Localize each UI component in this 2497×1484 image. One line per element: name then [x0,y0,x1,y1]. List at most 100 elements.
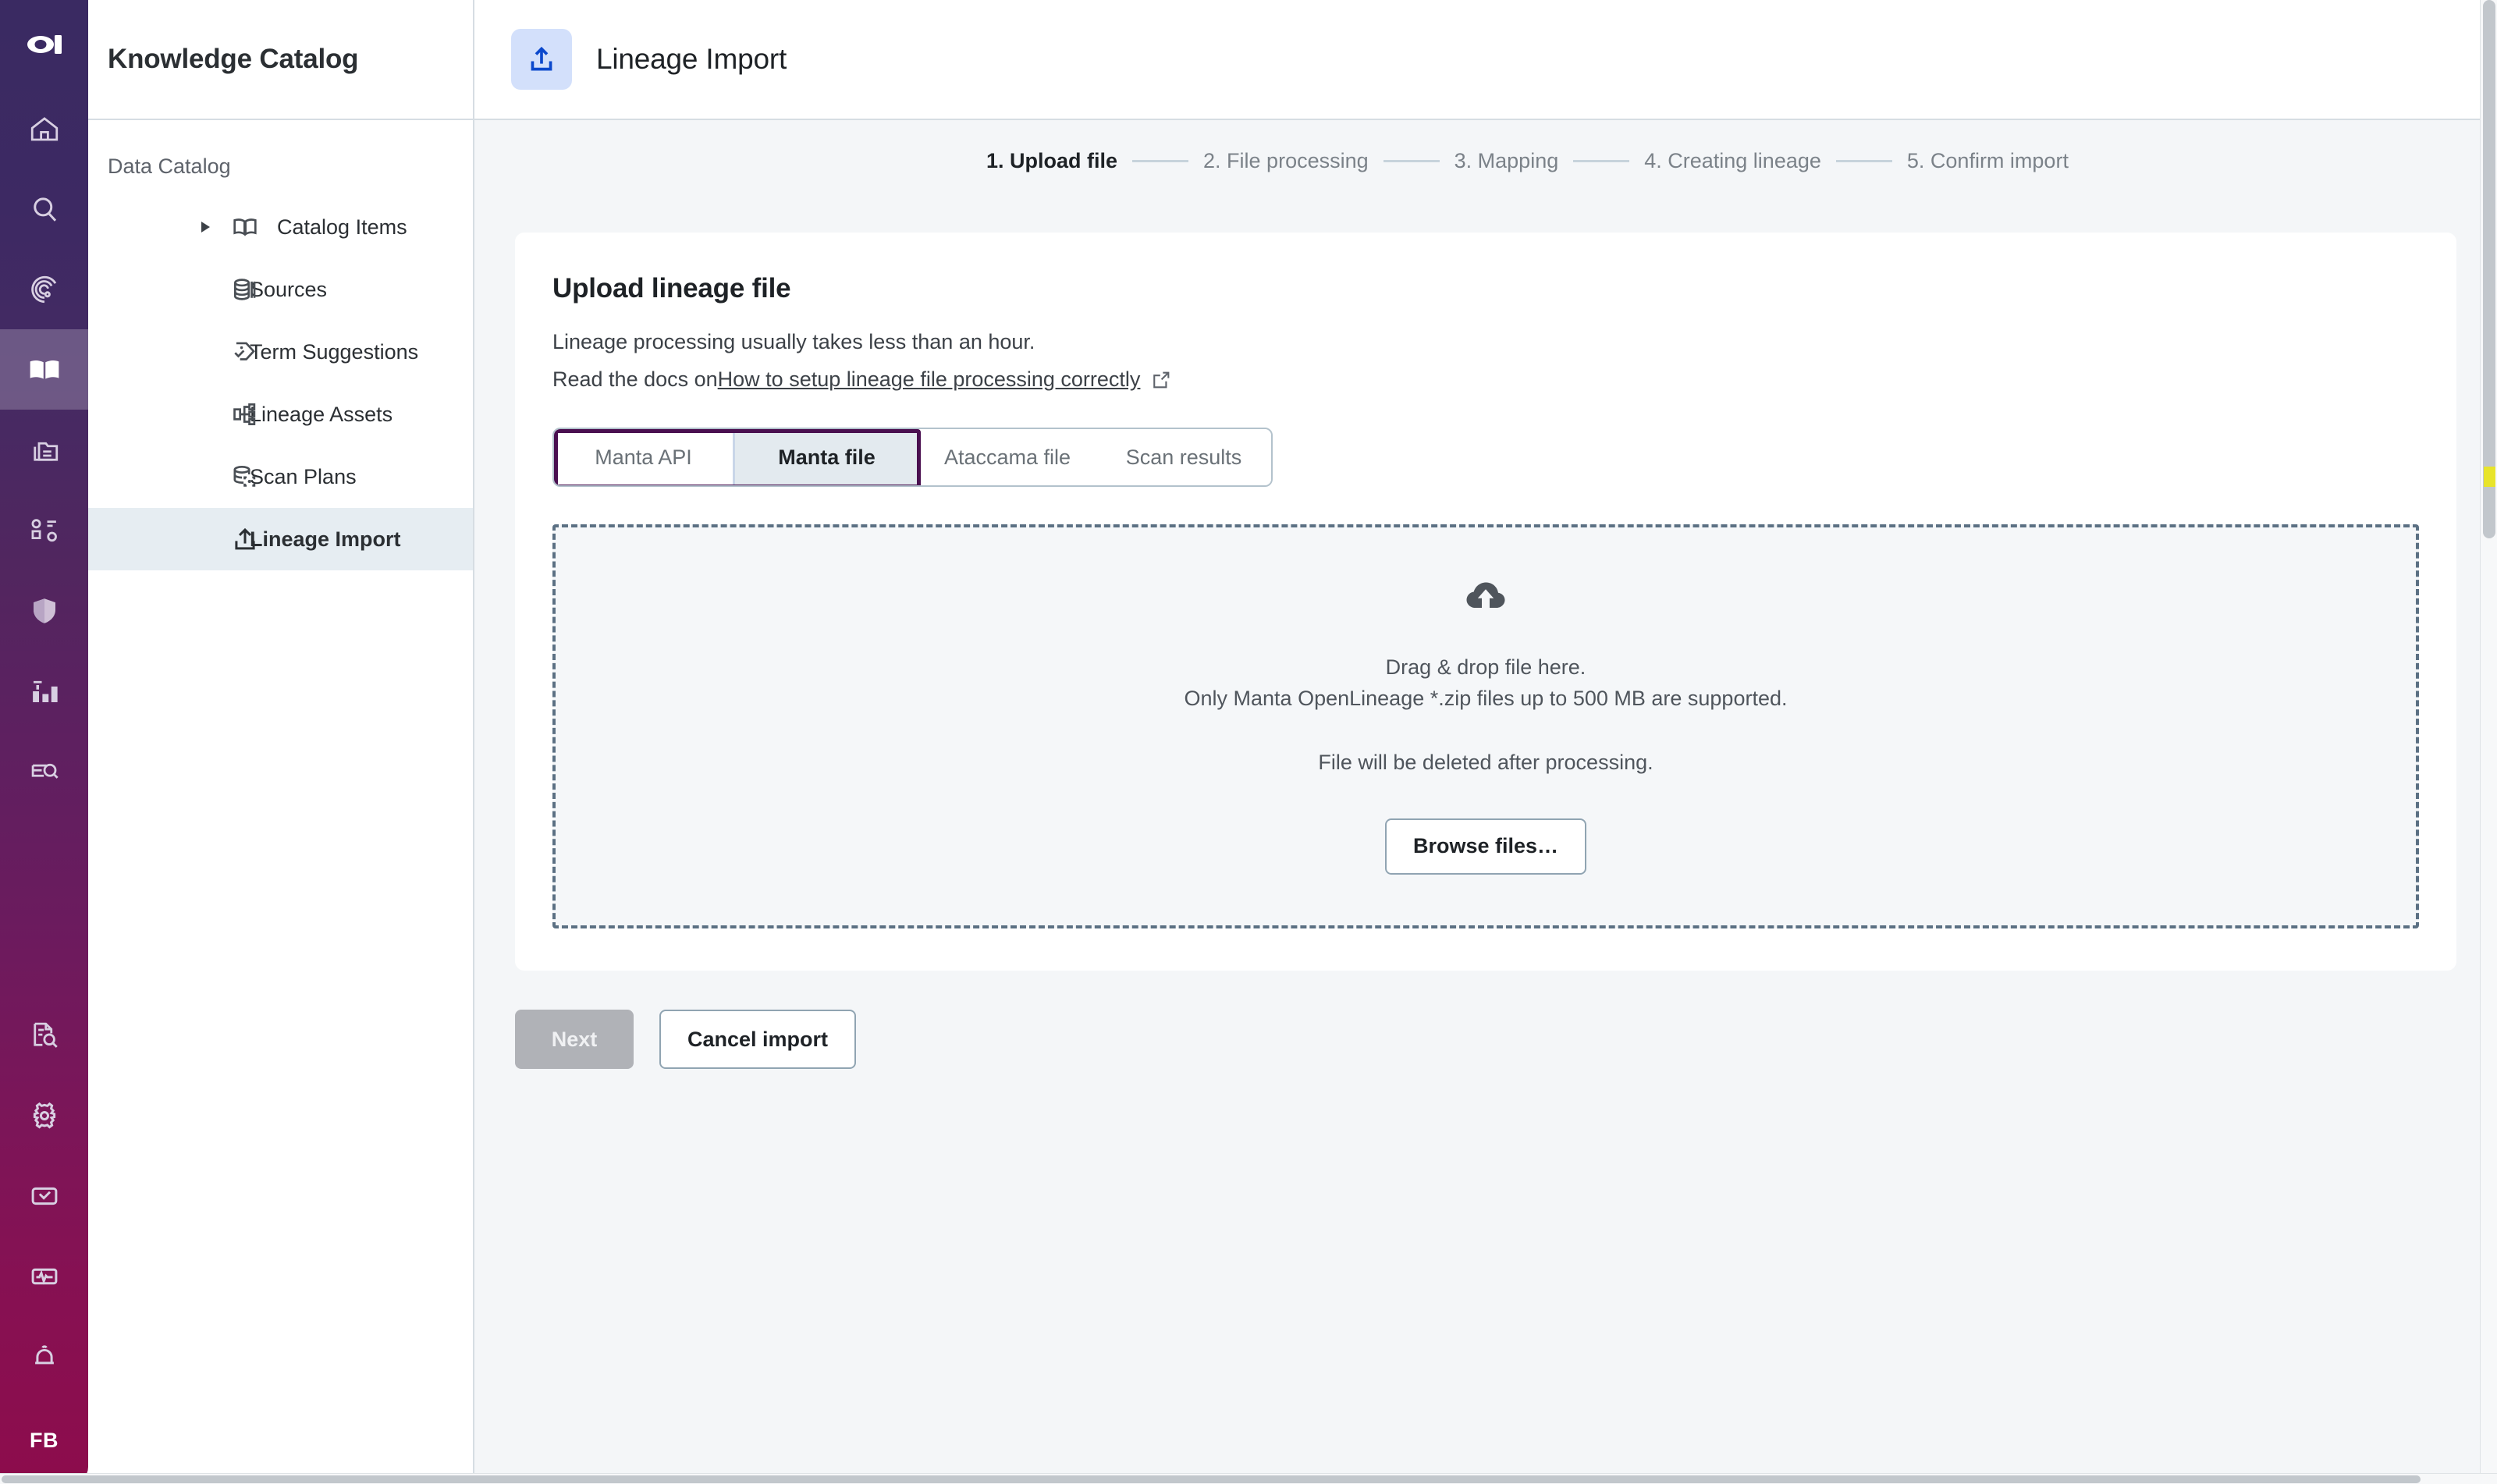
folders-icon [28,434,61,467]
step-1[interactable]: 1. Upload file [986,149,1117,173]
rail-item-tasks[interactable] [0,1156,88,1236]
tab-label: Ataccama file [943,445,1071,469]
ataccama-logo-icon[interactable] [0,0,88,88]
rail-item-data-sources[interactable] [0,410,88,490]
import-stepper: 1. Upload file 2. File processing 3. Map… [474,120,2497,201]
rail-item-monitoring[interactable] [0,1236,88,1316]
cancel-import-button[interactable]: Cancel import [659,1010,857,1070]
step-connector [1835,159,1892,162]
bell-icon [28,1340,61,1373]
find-highlight-mark [2484,467,2495,487]
card-description-line2: Read the docs on How to setup lineage fi… [552,364,2419,395]
dropzone-note: File will be deleted after processing. [1318,750,1653,774]
horizontal-scrollbar[interactable] [0,1473,2497,1484]
global-icon-rail: FB [0,0,88,1484]
sidebar-item-label: Term Suggestions [250,339,419,364]
rail-item-data-observability[interactable] [0,249,88,329]
sidebar-section-label: Data Catalog [108,154,231,178]
sidebar-header: Knowledge Catalog [88,0,473,120]
step-connector [1383,159,1440,162]
radar-icon [28,273,61,306]
bar-chart-icon [28,675,61,708]
tab-ataccama-file[interactable]: Ataccama file [918,429,1096,486]
rail-item-data-model[interactable] [0,490,88,570]
cloud-upload-icon [1464,579,1508,617]
rail-item-data-explorer[interactable] [0,731,88,811]
dropzone-line2: Only Manta OpenLineage *.zip files up to… [1184,687,1788,711]
sidebar-item-catalog-items[interactable]: Catalog Items [88,196,473,258]
module-sidebar: Knowledge Catalog Data Catalog Catalog I… [88,0,474,1484]
sidebar-item-lineage-assets[interactable]: Lineage Assets [88,383,473,446]
sidebar-item-label: Lineage Import [250,527,401,551]
horizontal-scrollbar-thumb[interactable] [2,1475,2421,1483]
sidebar-item-label: Catalog Items [277,215,407,239]
shield-icon [28,595,61,627]
docs-prefix: Read the docs on [552,367,718,392]
rail-item-settings[interactable] [0,1075,88,1156]
sidebar-item-sources[interactable]: Sources [88,258,473,321]
main-content: Lineage Import 1. Upload file 2. File pr… [474,0,2497,1484]
sidebar-item-term-suggestions[interactable]: Term Suggestions [88,321,473,383]
browse-files-button[interactable]: Browse files… [1384,818,1587,875]
tab-scan-results[interactable]: Scan results [1096,429,1271,486]
avatar-initials: FB [30,1428,59,1452]
document-search-icon [28,755,61,788]
dropzone-line1: Drag & drop file here. [1385,655,1586,679]
tab-label: Manta file [778,445,876,469]
chevron-right-icon[interactable] [201,222,210,233]
content-header-title: Lineage Import [596,43,787,75]
tab-manta-file[interactable]: Manta file [733,429,918,486]
upload-icon [511,29,572,90]
tab-label: Scan results [1125,445,1242,469]
next-button[interactable]: Next [515,1010,634,1070]
rail-item-notifications[interactable] [0,1316,88,1397]
step-connector [1132,159,1189,162]
check-inbox-icon [28,1180,61,1212]
sidebar-item-label: Scan Plans [250,464,357,488]
step-4[interactable]: 4. Creating lineage [1644,149,1821,173]
docs-link[interactable]: How to setup lineage file processing cor… [718,364,1141,395]
rail-item-data-quality[interactable] [0,651,88,731]
step-5[interactable]: 5. Confirm import [1907,149,2069,173]
rail-item-search[interactable] [0,169,88,249]
step-2[interactable]: 2. File processing [1203,149,1369,173]
rail-item-data-governance[interactable] [0,570,88,651]
model-icon [28,514,61,547]
sidebar-item-label: Lineage Assets [250,402,393,426]
card-description: Lineage processing usually takes less th… [552,327,2419,395]
avatar[interactable]: FB [0,1397,88,1484]
upload-card: Upload lineage file Lineage processing u… [515,233,2456,971]
step-connector [1573,159,1630,162]
tab-label: Manta API [595,445,692,469]
rail-item-reports[interactable] [0,995,88,1075]
step-3[interactable]: 3. Mapping [1455,149,1559,173]
file-dropzone[interactable]: Drag & drop file here. Only Manta OpenLi… [552,524,2419,929]
page-title: Knowledge Catalog [108,44,359,74]
book-icon [27,353,62,387]
wizard-actions: Next Cancel import [515,1010,2456,1070]
rail-item-knowledge-catalog[interactable] [0,329,88,410]
vertical-scrollbar[interactable] [2480,0,2497,1473]
sidebar-nav-list: Catalog Items Sources Term Suggestions L… [88,196,473,570]
sidebar-item-scan-plans[interactable]: Scan Plans [88,446,473,508]
monitoring-icon [28,1260,61,1293]
book-open-icon [229,211,261,243]
tag-check-icon [229,335,261,368]
upload-icon [229,523,261,556]
vertical-scrollbar-thumb[interactable] [2483,0,2495,538]
scan-database-icon [229,460,261,493]
home-icon [28,112,61,145]
sidebar-item-lineage-import[interactable]: Lineage Import [88,508,473,570]
card-title: Upload lineage file [552,273,791,304]
tab-manta-api[interactable]: Manta API [554,429,733,486]
gear-icon [28,1099,61,1132]
app-root: FB Knowledge Catalog Data Catalog Catalo… [0,0,2497,1484]
search-icon [28,193,61,225]
rail-item-home[interactable] [0,88,88,169]
external-link-icon[interactable] [1150,369,1172,391]
database-icon [229,273,261,306]
content-header: Lineage Import [474,0,2497,120]
source-type-tabs: Manta API Manta file Ataccama file Scan … [552,428,1273,488]
file-search-icon [28,1019,61,1052]
lineage-nodes-icon [229,398,261,431]
